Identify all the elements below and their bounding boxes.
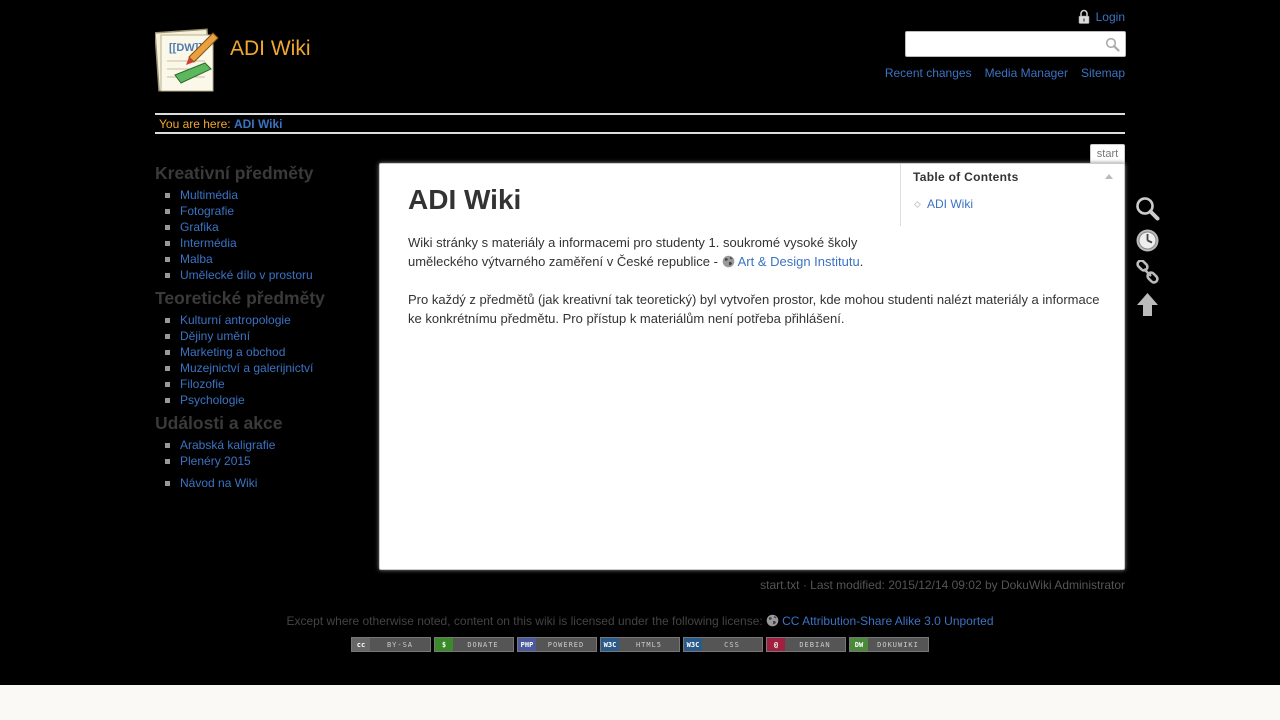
list-item: Umělecké dílo v prostoru (155, 267, 360, 283)
badge-tag: cc (352, 638, 370, 651)
page-id-tab: start (1090, 144, 1125, 164)
sidebar-heading: Události a akce (155, 413, 283, 433)
list-item: Psychologie (155, 392, 360, 408)
badge-text: HTML5 (635, 640, 663, 649)
backlinks-icon[interactable] (1135, 260, 1160, 285)
site-title[interactable]: ADI Wiki (230, 37, 311, 61)
intro-end: . (859, 254, 864, 269)
doc-info: start.txt · Last modified: 2015/12/14 09… (760, 578, 1125, 592)
old-revisions-icon[interactable] (1135, 228, 1160, 253)
sidebar-item-arabska-kaligrafie[interactable]: Arabská kaligrafie (180, 438, 275, 452)
sidebar-item-kulturni-antropologie[interactable]: Kulturní antropologie (180, 313, 291, 327)
table-of-contents: Table of Contents ADI Wiki (900, 164, 1125, 226)
sidebar-item-navod[interactable]: Návod na Wiki (180, 476, 257, 490)
toc-bullet-icon (913, 200, 922, 209)
site-tools: Recent changes Media Manager Sitemap (885, 66, 1125, 80)
page-title: ADI Wiki (408, 184, 522, 215)
search-box (905, 31, 1126, 57)
list-item: Multimédia (155, 187, 360, 203)
dokuwiki-badge[interactable]: DW DOKUWIKI (849, 637, 929, 652)
license-text: Except where otherwise noted, content on… (286, 614, 767, 628)
badge-tag: PHP (518, 638, 536, 651)
body-paragraph: Pro každý z předmětů (jak kreativní tak … (408, 292, 1100, 326)
badge-row: cc BY-SA $ DONATE PHP POWERED W3C HTML5 W3C C… (351, 637, 929, 652)
list-item: Filozofie (155, 376, 360, 392)
login-link[interactable]: Login (1078, 9, 1125, 24)
toc-item: ADI Wiki (913, 197, 973, 211)
badge-tag: @ (767, 638, 785, 651)
license-link[interactable]: CC Attribution-Share Alike 3.0 Unported (782, 614, 993, 628)
list-item: Muzejnictví a galerijnictví (155, 360, 360, 376)
list-item: Fotografie (155, 203, 360, 219)
list-item: Kulturní antropologie (155, 312, 360, 328)
badge-tag: DW (850, 638, 868, 651)
w3c-html5-badge[interactable]: W3C HTML5 (600, 637, 680, 652)
sidebar-item-fotografie[interactable]: Fotografie (180, 204, 234, 218)
sidebar-item-multimedia[interactable]: Multimédia (180, 188, 238, 202)
badge-text: DEBIAN (799, 640, 831, 649)
toc-heading[interactable]: Table of Contents (913, 170, 1019, 184)
list-item: Marketing a obchod (155, 344, 360, 360)
sidebar-item-malba[interactable]: Malba (180, 252, 213, 266)
sidebar-item-filozofie[interactable]: Filozofie (180, 377, 225, 391)
globe-icon (766, 614, 779, 627)
recent-changes-link[interactable]: Recent changes (885, 66, 972, 80)
badge-text: CSS (724, 640, 740, 649)
badge-text: POWERED (547, 640, 585, 649)
sidebar-item-grafika[interactable]: Grafika (180, 220, 219, 234)
login-label: Login (1095, 9, 1125, 24)
main-content: ADI Wiki Wiki stránky s materiály a info… (379, 163, 1125, 570)
badge-text: DONATE (467, 640, 499, 649)
sidebar-item-plenery[interactable]: Plenéry 2015 (180, 454, 251, 468)
list-item: Návod na Wiki (155, 475, 360, 491)
donate-badge[interactable]: $ DONATE (434, 637, 514, 652)
debian-badge[interactable]: @ DEBIAN (766, 637, 846, 652)
sidebar-item-dejiny-umeni[interactable]: Dějiny umění (180, 329, 250, 343)
breadcrumb-current-link[interactable]: ADI Wiki (234, 117, 283, 131)
breadcrumb-prefix: You are here: (159, 117, 234, 131)
sidebar-heading: Teoretické předměty (155, 288, 325, 308)
list-item: Arabská kaligrafie (155, 437, 360, 453)
breadcrumb: You are here: ADI Wiki (155, 113, 1125, 134)
cc-by-sa-badge[interactable]: cc BY-SA (351, 637, 431, 652)
globe-icon (722, 255, 734, 268)
badge-tag: W3C (684, 638, 702, 651)
sidebar: Kreativní předměty Multimédia Fotografie… (155, 162, 360, 495)
toc-collapse-icon[interactable] (1105, 174, 1113, 179)
sidebar-item-psychologie[interactable]: Psychologie (180, 393, 245, 407)
toc-link-adi-wiki[interactable]: ADI Wiki (927, 197, 973, 211)
list-item: Malba (155, 251, 360, 267)
external-link-adi[interactable]: Art & Design Institutu (738, 254, 860, 269)
badge-tag: $ (435, 638, 453, 651)
list-item: Dějiny umění (155, 328, 360, 344)
media-manager-link[interactable]: Media Manager (985, 66, 1068, 80)
list-item: Intermédia (155, 235, 360, 251)
list-item: Grafika (155, 219, 360, 235)
badge-tag: W3C (601, 638, 619, 651)
back-to-top-icon[interactable] (1135, 292, 1160, 317)
site-logo[interactable]: [[DW]] (154, 27, 220, 92)
sidebar-item-marketing[interactable]: Marketing a obchod (180, 345, 285, 359)
badge-text: BY-SA (386, 640, 414, 649)
sidebar-item-umelecke-dilo[interactable]: Umělecké dílo v prostoru (180, 268, 313, 282)
lock-icon (1078, 9, 1089, 24)
sidebar-heading: Kreativní předměty (155, 163, 314, 183)
license-notice: Except where otherwise noted, content on… (0, 614, 1280, 628)
sitemap-link[interactable]: Sitemap (1081, 66, 1125, 80)
php-powered-badge[interactable]: PHP POWERED (517, 637, 597, 652)
search-input[interactable] (910, 33, 1100, 55)
intro-paragraph: Wiki stránky s materiály a informacemi p… (408, 233, 908, 271)
search-icon[interactable] (1105, 37, 1120, 52)
search-icon[interactable] (1135, 196, 1160, 221)
list-item: Plenéry 2015 (155, 453, 360, 469)
sidebar-item-muzejnictvi[interactable]: Muzejnictví a galerijnictví (180, 361, 313, 375)
w3c-css-badge[interactable]: W3C CSS (683, 637, 763, 652)
badge-text: DOKUWIKI (877, 640, 919, 649)
sidebar-item-intermedia[interactable]: Intermédia (180, 236, 237, 250)
